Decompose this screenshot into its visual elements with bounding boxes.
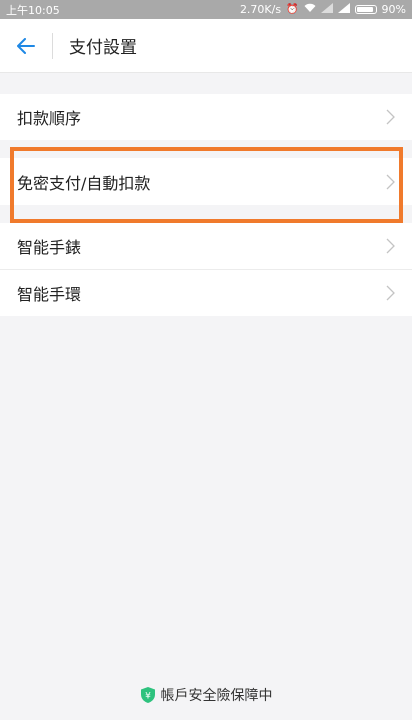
- menu-item-label: 免密支付/自動扣款: [17, 173, 151, 193]
- menu-item-label: 扣款順序: [17, 109, 82, 128]
- battery-icon: [354, 5, 377, 14]
- menu-group: 扣款順序: [0, 94, 412, 140]
- battery-level: 90%: [381, 3, 406, 16]
- footer-text: 帳戶安全險保障中: [160, 688, 273, 704]
- header-divider: [52, 32, 53, 59]
- shield-icon: ¥: [140, 687, 155, 703]
- alarm-icon: ⏰: [286, 3, 299, 15]
- spacer: [0, 205, 412, 223]
- spacer: [0, 140, 412, 158]
- svg-text:¥: ¥: [145, 692, 151, 702]
- menu-group: 智能手錶 智能手環: [0, 223, 412, 316]
- signal-icon: [320, 3, 333, 16]
- menu-item-password-free-payment[interactable]: 免密支付/自動扣款: [0, 158, 412, 205]
- back-button[interactable]: [0, 19, 52, 72]
- signal-icon-2: [337, 3, 350, 16]
- menu-item-smart-watch[interactable]: 智能手錶: [0, 223, 412, 269]
- arrow-left-icon: [17, 37, 35, 54]
- menu-item-deduction-order[interactable]: 扣款順序: [0, 94, 412, 140]
- wifi-icon: [304, 3, 316, 16]
- network-speed: 2.70K/s: [239, 3, 282, 16]
- security-footer: ¥ 帳戶安全險保障中: [0, 683, 412, 707]
- menu-group: 免密支付/自動扣款: [0, 158, 412, 205]
- page-title: 支付設置: [69, 38, 137, 58]
- header: 支付設置: [0, 19, 412, 73]
- chevron-right-icon: [386, 174, 395, 189]
- status-time: 上午10:05: [6, 3, 60, 17]
- menu-item-smart-band[interactable]: 智能手環: [0, 270, 412, 316]
- status-bar: 上午10:05 2.70K/s ⏰ 90%: [0, 0, 412, 19]
- chevron-right-icon: [386, 109, 395, 125]
- menu-item-label: 智能手環: [17, 285, 82, 304]
- chevron-right-icon: [386, 285, 395, 301]
- screen: 上午10:05 2.70K/s ⏰ 90% 支付設置 扣款順序 免密支付/自動扣…: [0, 0, 412, 720]
- menu-item-label: 智能手錶: [17, 238, 82, 257]
- chevron-right-icon: [386, 238, 395, 254]
- status-right: 2.70K/s ⏰ 90%: [240, 3, 406, 16]
